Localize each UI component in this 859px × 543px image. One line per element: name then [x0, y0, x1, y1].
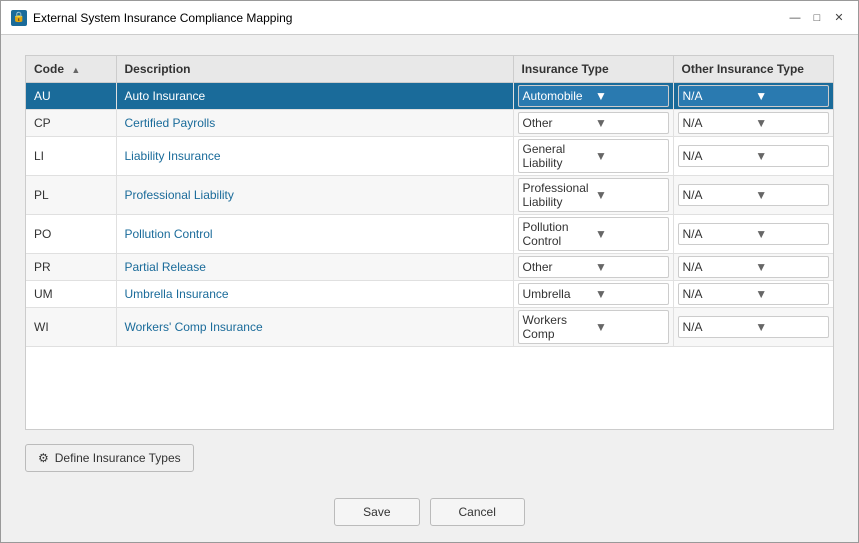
cell-description: Auto Insurance — [116, 83, 513, 110]
cell-other-insurance-type[interactable]: N/A▼ — [673, 110, 833, 137]
window-title: External System Insurance Compliance Map… — [33, 11, 292, 25]
minimize-button[interactable]: — — [786, 9, 804, 27]
cell-insurance-type[interactable]: Umbrella▼ — [513, 281, 673, 308]
cell-description: Partial Release — [116, 254, 513, 281]
cell-insurance-type[interactable]: Professional Liability▼ — [513, 176, 673, 215]
cell-other-insurance-type[interactable]: N/A▼ — [673, 215, 833, 254]
dropdown-arrow-icon: ▼ — [755, 227, 824, 241]
data-table-container: Code ▲ Description Insurance Type Other … — [25, 55, 834, 430]
cell-other-insurance-type[interactable]: N/A▼ — [673, 281, 833, 308]
table-row[interactable]: WI Workers' Comp Insurance Workers Comp▼N/… — [26, 308, 833, 347]
dropdown-arrow-icon: ▼ — [755, 149, 824, 163]
gear-icon: ⚙ — [38, 451, 49, 465]
main-content: Code ▲ Description Insurance Type Other … — [1, 35, 858, 488]
col-header-other-insurance-type: Other Insurance Type — [673, 56, 833, 83]
table-row[interactable]: LI Liability Insurance General Liability▼N… — [26, 137, 833, 176]
dropdown-arrow-icon: ▼ — [755, 116, 824, 130]
table-body: AUAuto InsuranceAutomobile▼N/A▼CPCertifi… — [26, 83, 833, 347]
dropdown-arrow-icon: ▼ — [595, 188, 664, 202]
dropdown-arrow-icon: ▼ — [595, 287, 664, 301]
cell-description: Pollution Control — [116, 215, 513, 254]
table-row[interactable]: AU Auto Insurance Automobile▼N/A▼ — [26, 83, 833, 110]
maximize-button[interactable]: □ — [808, 9, 826, 27]
dropdown-arrow-icon: ▼ — [595, 260, 664, 274]
col-header-description: Description — [116, 56, 513, 83]
cell-code: PL — [26, 176, 116, 215]
cell-other-insurance-type[interactable]: N/A▼ — [673, 176, 833, 215]
cell-insurance-type[interactable]: Pollution Control▼ — [513, 215, 673, 254]
cell-code: PR — [26, 254, 116, 281]
description-text: Auto Insurance — [125, 89, 206, 103]
dropdown-arrow-icon: ▼ — [755, 260, 824, 274]
dropdown-arrow-icon: ▼ — [755, 89, 824, 103]
footer-buttons: Save Cancel — [1, 488, 858, 542]
cell-insurance-type[interactable]: General Liability▼ — [513, 137, 673, 176]
cell-description: Umbrella Insurance — [116, 281, 513, 308]
cell-insurance-type[interactable]: Automobile▼ — [513, 83, 673, 110]
dropdown-arrow-icon: ▼ — [595, 320, 664, 334]
cell-other-insurance-type[interactable]: N/A▼ — [673, 83, 833, 110]
cell-code: LI — [26, 137, 116, 176]
cell-code: UM — [26, 281, 116, 308]
title-controls: — □ ✕ — [786, 9, 848, 27]
table-row[interactable]: UM Umbrella Insurance Umbrella▼N/A▼ — [26, 281, 833, 308]
cell-insurance-type[interactable]: Other▼ — [513, 254, 673, 281]
close-button[interactable]: ✕ — [830, 9, 848, 27]
dropdown-arrow-icon: ▼ — [595, 89, 664, 103]
description-text: Certified Payrolls — [125, 116, 216, 130]
window-icon: 🔒 — [11, 10, 27, 26]
cell-code: WI — [26, 308, 116, 347]
cell-description: Liability Insurance — [116, 137, 513, 176]
description-text: Workers' Comp Insurance — [125, 320, 263, 334]
table-row[interactable]: PO Pollution Control Pollution Control▼N/A… — [26, 215, 833, 254]
cell-insurance-type[interactable]: Workers Comp▼ — [513, 308, 673, 347]
title-bar: 🔒 External System Insurance Compliance M… — [1, 1, 858, 35]
cell-code: PO — [26, 215, 116, 254]
insurance-table: Code ▲ Description Insurance Type Other … — [26, 56, 833, 347]
table-row[interactable]: CP Certified Payrolls Other▼N/A▼ — [26, 110, 833, 137]
dropdown-arrow-icon: ▼ — [595, 149, 664, 163]
table-header-row: Code ▲ Description Insurance Type Other … — [26, 56, 833, 83]
description-text: Umbrella Insurance — [125, 287, 229, 301]
description-text: Pollution Control — [125, 227, 213, 241]
cell-description: Professional Liability — [116, 176, 513, 215]
dropdown-arrow-icon: ▼ — [755, 188, 824, 202]
cell-other-insurance-type[interactable]: N/A▼ — [673, 137, 833, 176]
define-insurance-types-button[interactable]: ⚙ Define Insurance Types — [25, 444, 194, 472]
table-row[interactable]: PL Professional Liability Professional Lia… — [26, 176, 833, 215]
cell-other-insurance-type[interactable]: N/A▼ — [673, 308, 833, 347]
save-button[interactable]: Save — [334, 498, 419, 526]
sort-icon-code: ▲ — [71, 65, 80, 75]
cell-code: CP — [26, 110, 116, 137]
col-header-code[interactable]: Code ▲ — [26, 56, 116, 83]
description-text: Professional Liability — [125, 188, 234, 202]
cell-code: AU — [26, 83, 116, 110]
description-text: Partial Release — [125, 260, 206, 274]
cell-other-insurance-type[interactable]: N/A▼ — [673, 254, 833, 281]
dropdown-arrow-icon: ▼ — [595, 116, 664, 130]
cancel-button[interactable]: Cancel — [430, 498, 525, 526]
cell-description: Certified Payrolls — [116, 110, 513, 137]
col-header-insurance-type: Insurance Type — [513, 56, 673, 83]
cell-insurance-type[interactable]: Other▼ — [513, 110, 673, 137]
description-text: Liability Insurance — [125, 149, 221, 163]
dropdown-arrow-icon: ▼ — [595, 227, 664, 241]
dropdown-arrow-icon: ▼ — [755, 287, 824, 301]
dropdown-arrow-icon: ▼ — [755, 320, 824, 334]
table-row[interactable]: PR Partial Release Other▼N/A▼ — [26, 254, 833, 281]
main-window: 🔒 External System Insurance Compliance M… — [0, 0, 859, 543]
cell-description: Workers' Comp Insurance — [116, 308, 513, 347]
title-bar-left: 🔒 External System Insurance Compliance M… — [11, 10, 292, 26]
footer-left: ⚙ Define Insurance Types — [25, 444, 834, 472]
